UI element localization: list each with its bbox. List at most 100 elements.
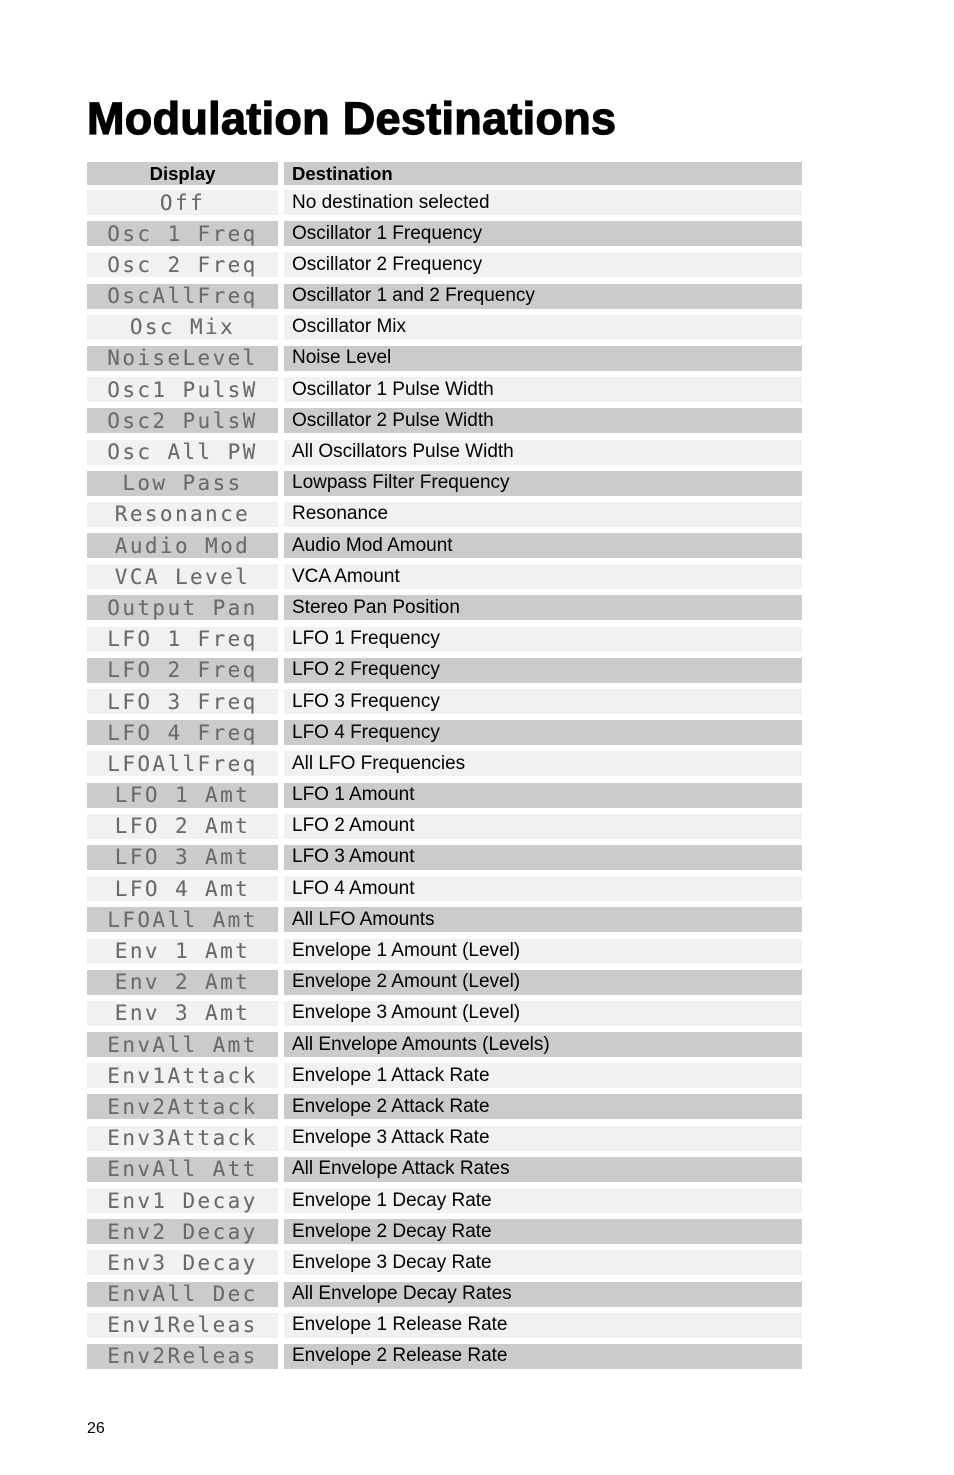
- lcd-display-text: Output Pan: [107, 595, 258, 620]
- modulation-destinations-table: Display Destination Off No destination se…: [87, 162, 802, 1375]
- display-cell: Env1Releas: [87, 1312, 278, 1338]
- table-row: Off No destination selected: [87, 190, 802, 215]
- destination-cell: LFO 3 Amount: [284, 844, 802, 870]
- table-row: LFO 4 Amt LFO 4 Amount: [87, 876, 802, 902]
- display-cell: Env2Attack: [87, 1094, 278, 1120]
- lcd-display-text: LFO 1 Freq: [107, 627, 258, 652]
- table-row: LFO 3 Freq LFO 3 Frequency: [87, 689, 802, 714]
- table-row: Osc1 PulsW Oscillator 1 Pulse Width: [87, 377, 802, 403]
- table-row: OscAllFreq Oscillator 1 and 2 Frequency: [87, 283, 802, 309]
- display-cell: Env 2 Amt: [87, 969, 278, 995]
- destination-cell: Resonance: [284, 501, 802, 527]
- lcd-display-text: Osc 1 Freq: [107, 221, 258, 246]
- destination-cell: Envelope 1 Release Rate: [284, 1312, 802, 1338]
- table-row: Env 3 Amt Envelope 3 Amount (Level): [87, 1000, 802, 1026]
- lcd-display-text: Env3Attack: [107, 1126, 258, 1151]
- lcd-display-text: Env2 Decay: [107, 1219, 258, 1244]
- table-header-row: Display Destination: [87, 162, 802, 185]
- destination-cell: Stereo Pan Position: [284, 595, 802, 621]
- display-cell: Osc Mix: [87, 314, 278, 340]
- destination-cell: Noise Level: [284, 345, 802, 371]
- table-row: LFO 4 Freq LFO 4 Frequency: [87, 720, 802, 746]
- display-cell: Env2 Decay: [87, 1219, 278, 1245]
- table-row: Output Pan Stereo Pan Position: [87, 595, 802, 621]
- display-cell: LFO 2 Freq: [87, 657, 278, 683]
- destination-cell: All Oscillators Pulse Width: [284, 439, 802, 465]
- destination-cell: Audio Mod Amount: [284, 533, 802, 559]
- destination-cell: Oscillator Mix: [284, 314, 802, 340]
- display-cell: EnvAll Att: [87, 1156, 278, 1182]
- display-cell: Output Pan: [87, 595, 278, 621]
- header-destination: Destination: [284, 162, 802, 185]
- display-cell: EnvAll Dec: [87, 1281, 278, 1307]
- lcd-display-text: Osc Mix: [129, 315, 236, 340]
- display-cell: Off: [87, 190, 278, 215]
- display-cell: EnvAll Amt: [87, 1032, 278, 1058]
- destination-cell: Oscillator 1 and 2 Frequency: [284, 283, 802, 309]
- destination-cell: All Envelope Attack Rates: [284, 1156, 802, 1182]
- display-cell: Osc1 PulsW: [87, 377, 278, 403]
- display-cell: LFO 4 Freq: [87, 720, 278, 746]
- display-cell: LFO 3 Amt: [87, 844, 278, 870]
- display-cell: Env1 Decay: [87, 1188, 278, 1213]
- table-row: Env 2 Amt Envelope 2 Amount (Level): [87, 969, 802, 995]
- display-cell: LFO 1 Amt: [87, 782, 278, 808]
- table-row: Osc2 PulsW Oscillator 2 Pulse Width: [87, 408, 802, 434]
- table-row: Audio Mod Audio Mod Amount: [87, 533, 802, 559]
- display-cell: Env3 Decay: [87, 1250, 278, 1276]
- display-cell: Audio Mod: [87, 533, 278, 559]
- display-cell: LFO 4 Amt: [87, 876, 278, 902]
- display-cell: Osc 1 Freq: [87, 221, 278, 247]
- display-cell: NoiseLevel: [87, 345, 278, 371]
- table-row: Osc 1 Freq Oscillator 1 Frequency: [87, 221, 802, 247]
- lcd-display-text: LFO 3 Amt: [114, 845, 251, 870]
- destination-cell: Envelope 2 Attack Rate: [284, 1094, 802, 1120]
- lcd-display-text: Env3 Decay: [107, 1250, 258, 1275]
- table-row: Env1 Decay Envelope 1 Decay Rate: [87, 1188, 802, 1213]
- table-body: Off No destination selected Osc 1 Freq Osci…: [87, 190, 802, 1369]
- lcd-display-text: Off: [159, 190, 206, 215]
- table-row: EnvAll Dec All Envelope Decay Rates: [87, 1281, 802, 1307]
- destination-cell: Envelope 2 Decay Rate: [284, 1219, 802, 1245]
- destination-cell: LFO 2 Frequency: [284, 657, 802, 683]
- destination-cell: Envelope 1 Attack Rate: [284, 1063, 802, 1089]
- table-row: Env 1 Amt Envelope 1 Amount (Level): [87, 938, 802, 964]
- table-row: LFO 1 Amt LFO 1 Amount: [87, 782, 802, 808]
- display-cell: OscAllFreq: [87, 283, 278, 309]
- destination-cell: Oscillator 1 Pulse Width: [284, 377, 802, 403]
- table-row: VCA Level VCA Amount: [87, 564, 802, 590]
- display-cell: Osc All PW: [87, 439, 278, 465]
- display-cell: LFOAllFreq: [87, 751, 278, 777]
- destination-cell: LFO 1 Frequency: [284, 626, 802, 652]
- lcd-display-text: Env1 Decay: [107, 1188, 258, 1213]
- destination-cell: VCA Amount: [284, 564, 802, 590]
- destination-cell: LFO 2 Amount: [284, 813, 802, 839]
- table-row: EnvAll Amt All Envelope Amounts (Levels): [87, 1032, 802, 1058]
- destination-cell: LFO 3 Frequency: [284, 689, 802, 714]
- lcd-display-text: LFO 2 Amt: [114, 814, 251, 839]
- destination-cell: All LFO Amounts: [284, 907, 802, 933]
- display-cell: Env 3 Amt: [87, 1000, 278, 1026]
- lcd-display-text: Env2Releas: [107, 1344, 258, 1369]
- table-row: Env3 Decay Envelope 3 Decay Rate: [87, 1250, 802, 1276]
- destination-cell: Envelope 3 Amount (Level): [284, 1000, 802, 1026]
- table-row: LFOAllFreq All LFO Frequencies: [87, 751, 802, 777]
- table-row: Env1Attack Envelope 1 Attack Rate: [87, 1063, 802, 1089]
- header-display: Display: [87, 162, 278, 185]
- lcd-display-text: Osc2 PulsW: [107, 408, 258, 433]
- lcd-display-text: LFOAll Amt: [107, 907, 258, 932]
- destination-cell: Oscillator 1 Frequency: [284, 221, 802, 247]
- display-cell: Env3Attack: [87, 1125, 278, 1151]
- destination-cell: Envelope 2 Amount (Level): [284, 969, 802, 995]
- lcd-display-text: LFO 4 Amt: [114, 876, 251, 901]
- destination-cell: All Envelope Decay Rates: [284, 1281, 802, 1307]
- table-row: Env2Releas Envelope 2 Release Rate: [87, 1343, 802, 1369]
- lcd-display-text: VCA Level: [114, 564, 251, 589]
- destination-cell: Envelope 3 Decay Rate: [284, 1250, 802, 1276]
- display-cell: Env1Attack: [87, 1063, 278, 1089]
- destination-cell: Envelope 2 Release Rate: [284, 1343, 802, 1369]
- table-row: Env2 Decay Envelope 2 Decay Rate: [87, 1219, 802, 1245]
- destination-cell: LFO 4 Frequency: [284, 720, 802, 746]
- lcd-display-text: EnvAll Amt: [107, 1032, 258, 1057]
- lcd-display-text: Env2Attack: [107, 1094, 258, 1119]
